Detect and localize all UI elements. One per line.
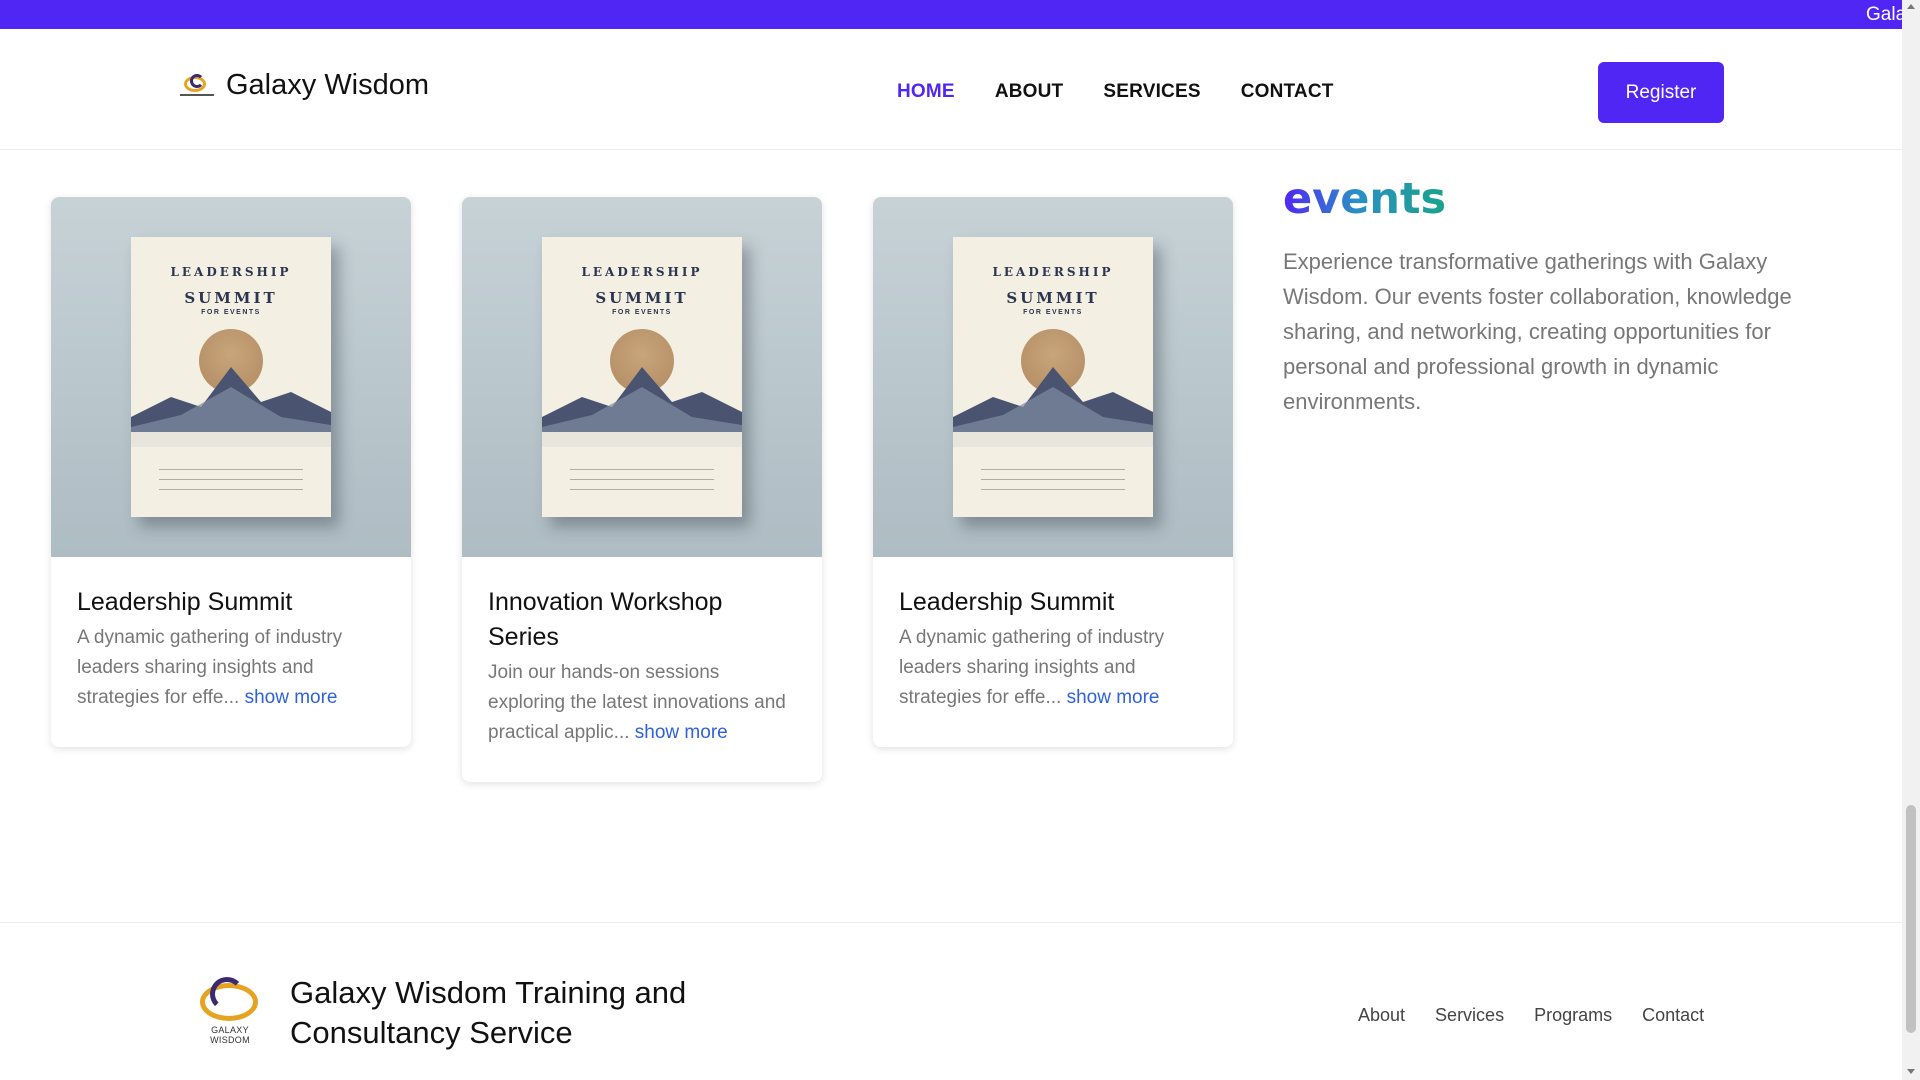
site-header: Galaxy Wisdom HOME ABOUT SERVICES CONTAC…: [0, 29, 1902, 150]
footer-link-programs[interactable]: Programs: [1534, 1005, 1612, 1026]
footer-logo-icon: GALAXY WISDOM: [190, 977, 268, 1045]
event-title: Leadership Summit: [899, 588, 1115, 616]
event-card[interactable]: LEADERSHIP SUMMIT FOR EVENTS Leadership …: [51, 197, 411, 747]
event-poster-image: LEADERSHIP SUMMIT FOR EVENTS: [462, 197, 822, 557]
event-poster-image: LEADERSHIP SUMMIT FOR EVENTS: [873, 197, 1233, 557]
poster-text: FOR EVENTS: [612, 309, 672, 316]
nav-home[interactable]: HOME: [897, 81, 955, 103]
show-more-link[interactable]: show more: [1067, 687, 1160, 708]
page-scrollbar[interactable]: [1902, 0, 1920, 1080]
show-more-link[interactable]: show more: [635, 722, 728, 743]
events-description: Experience transformative gatherings wit…: [1283, 249, 1792, 414]
nav-services[interactable]: SERVICES: [1103, 81, 1200, 103]
poster-text: SUMMIT: [1006, 289, 1100, 307]
footer-nav: About Services Programs Contact: [1358, 1005, 1704, 1026]
event-description: A dynamic gathering of industry leaders …: [77, 627, 343, 708]
poster-text: FOR EVENTS: [1023, 309, 1083, 316]
show-more-link[interactable]: show more: [245, 687, 338, 708]
poster-text: LEADERSHIP: [992, 265, 1114, 279]
mountain-illustration: [131, 367, 331, 447]
event-card[interactable]: LEADERSHIP SUMMIT FOR EVENTS Innovation …: [462, 197, 822, 782]
brand-link[interactable]: Galaxy Wisdom: [180, 69, 429, 102]
poster-text: LEADERSHIP: [581, 265, 703, 279]
site-footer: GALAXY WISDOM Galaxy Wisdom Training and…: [0, 922, 1902, 1080]
footer-link-services[interactable]: Services: [1435, 1005, 1504, 1026]
scroll-down-arrow-icon[interactable]: [1907, 1069, 1915, 1074]
scroll-up-arrow-icon[interactable]: [1907, 4, 1915, 9]
event-description: Join our hands-on sessions exploring the…: [488, 662, 786, 743]
poster-text: SUMMIT: [184, 289, 278, 307]
scrollbar-thumb[interactable]: [1906, 805, 1916, 1033]
nav-about[interactable]: ABOUT: [995, 81, 1064, 103]
poster-text: LEADERSHIP: [170, 265, 292, 279]
event-title: Innovation Workshop Series: [488, 588, 723, 651]
footer-title: Galaxy Wisdom Training and Consultancy S…: [290, 975, 687, 1050]
brand-name: Galaxy Wisdom: [226, 69, 430, 101]
main-nav: HOME ABOUT SERVICES CONTACT: [897, 81, 1334, 103]
footer-link-contact[interactable]: Contact: [1642, 1005, 1704, 1026]
register-button[interactable]: Register: [1598, 62, 1724, 123]
event-card[interactable]: LEADERSHIP SUMMIT FOR EVENTS Leadership …: [873, 197, 1233, 747]
footer-link-about[interactable]: About: [1358, 1005, 1405, 1026]
nav-contact[interactable]: CONTACT: [1241, 81, 1334, 103]
event-title: Leadership Summit: [77, 588, 293, 616]
events-heading: events: [1283, 174, 1447, 224]
poster-text: FOR EVENTS: [201, 309, 261, 316]
announcement-text: Gala: [1866, 4, 1902, 25]
poster-text: SUMMIT: [595, 289, 689, 307]
mountain-illustration: [542, 367, 742, 447]
logo-icon: [180, 72, 214, 100]
footer-logo-text: GALAXY WISDOM: [210, 1025, 250, 1045]
announcement-bar: Gala: [0, 0, 1902, 29]
mountain-illustration: [953, 367, 1153, 447]
event-description: A dynamic gathering of industry leaders …: [899, 627, 1165, 708]
event-poster-image: LEADERSHIP SUMMIT FOR EVENTS: [51, 197, 411, 557]
